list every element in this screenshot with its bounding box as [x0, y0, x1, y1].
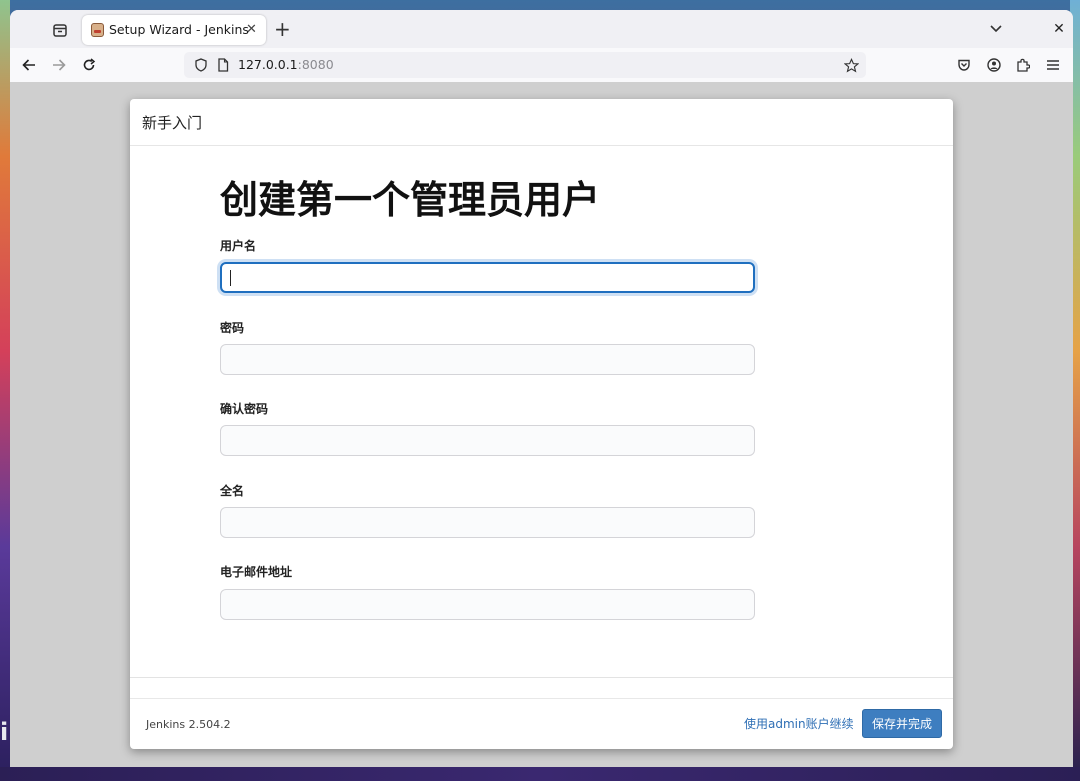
username-input[interactable]: [220, 262, 755, 293]
password-input[interactable]: [220, 344, 755, 375]
window-close-icon[interactable]: ✕: [1050, 19, 1068, 39]
confirm-password-label: 确认密码: [220, 402, 269, 416]
pocket-icon: [958, 59, 970, 71]
pocket-button[interactable]: [953, 54, 975, 76]
page-title: 创建第一个管理员用户: [220, 178, 601, 222]
username-label: 用户名: [220, 239, 257, 253]
email-label: 电子邮件地址: [220, 565, 293, 579]
setup-wizard-dialog: 新手入门 创建第一个管理员用户 用户名 密码 确认密码 全名 电子邮件地址 Je…: [130, 99, 953, 749]
fullname-label: 全名: [220, 484, 245, 498]
url-host: 127.0.0.1: [238, 57, 298, 72]
footer-divider-inner: [130, 698, 953, 699]
url-port: :8080: [297, 57, 334, 72]
puzzle-icon: [1017, 58, 1030, 72]
fullname-input[interactable]: [220, 507, 755, 538]
email-input[interactable]: [220, 589, 755, 620]
shield-icon[interactable]: [192, 56, 210, 74]
forward-button[interactable]: [48, 54, 70, 76]
footer-divider: [130, 677, 953, 678]
tab-jenkins[interactable]: Setup Wizard - Jenkins ✕: [82, 15, 266, 45]
tab-title: Setup Wizard - Jenkins: [109, 22, 249, 37]
jenkins-favicon-icon: [91, 23, 104, 37]
account-icon: [987, 58, 1001, 72]
password-label: 密码: [220, 321, 245, 335]
chevron-down-icon: [990, 25, 1002, 33]
desktop-wallpaper-left: [0, 0, 10, 781]
text-caret: [230, 270, 231, 286]
dialog-header: 新手入门: [130, 99, 953, 146]
continue-as-admin-link[interactable]: 使用admin账户继续: [744, 715, 854, 732]
extensions-button[interactable]: [1012, 54, 1034, 76]
page-icon[interactable]: [214, 56, 232, 74]
save-and-finish-button[interactable]: 保存并完成: [862, 709, 942, 738]
dialog-header-title: 新手入门: [142, 114, 203, 132]
bookmark-star-icon[interactable]: [842, 56, 860, 74]
url-bar[interactable]: 127.0.0.1:8080: [184, 52, 866, 78]
tab-overview-icon: [53, 24, 67, 37]
confirm-password-input[interactable]: [220, 425, 755, 456]
jenkins-version: Jenkins 2.504.2: [146, 718, 231, 731]
tab-overview-button[interactable]: [50, 20, 70, 40]
arrow-left-icon: [22, 59, 35, 71]
reload-button[interactable]: [78, 54, 100, 76]
url-text[interactable]: 127.0.0.1:8080: [238, 57, 334, 72]
navigation-toolbar: 127.0.0.1:8080: [10, 48, 1073, 83]
page-viewport: 新手入门 创建第一个管理员用户 用户名 密码 确认密码 全名 电子邮件地址 Je…: [10, 82, 1073, 767]
desktop-edge-text: i: [0, 718, 9, 746]
arrow-right-icon: [53, 59, 66, 71]
tab-bar: Setup Wizard - Jenkins ✕ + ✕: [10, 10, 1073, 48]
reload-icon: [83, 58, 96, 71]
tab-close-icon[interactable]: ✕: [246, 21, 257, 38]
desktop-taskbar-edge: [0, 767, 1080, 781]
browser-window: Setup Wizard - Jenkins ✕ + ✕ 127.0.0.1:8…: [10, 10, 1073, 767]
hamburger-menu-icon: [1047, 60, 1059, 70]
new-tab-icon[interactable]: +: [274, 17, 291, 41]
app-menu-button[interactable]: [1042, 54, 1064, 76]
account-button[interactable]: [983, 54, 1005, 76]
back-button[interactable]: [18, 54, 40, 76]
list-all-tabs-button[interactable]: [986, 19, 1006, 39]
